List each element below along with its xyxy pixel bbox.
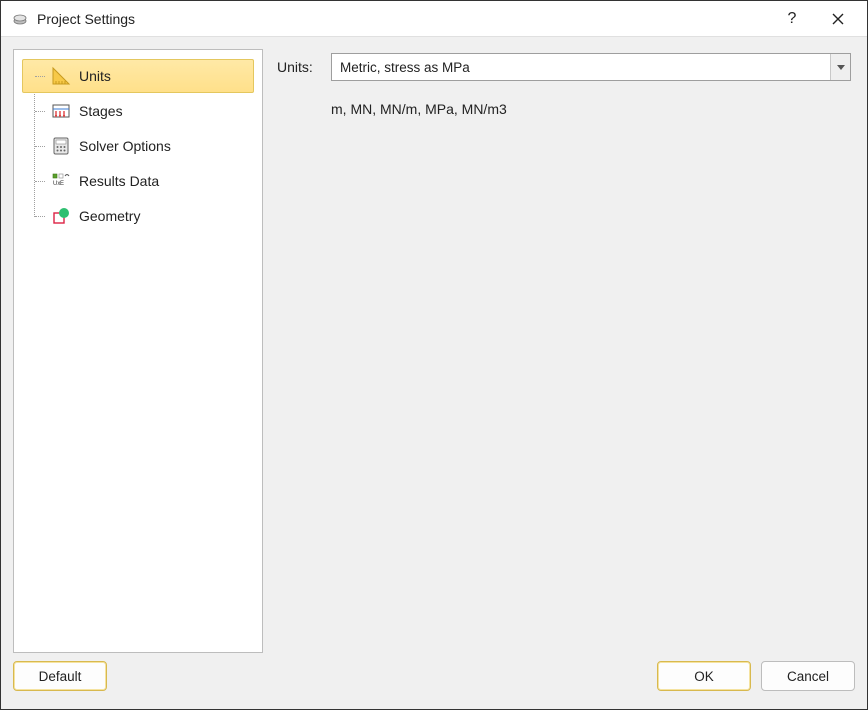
chevron-down-icon[interactable] <box>830 54 850 80</box>
sidebar-item-label: Units <box>79 68 111 84</box>
ok-button[interactable]: OK <box>657 661 751 691</box>
sidebar-tree: Units <box>13 49 263 653</box>
units-description: m, MN, MN/m, MPa, MN/m3 <box>331 101 851 117</box>
geometry-icon <box>51 206 71 226</box>
svg-text:E: E <box>60 181 64 187</box>
units-label: Units: <box>277 59 323 75</box>
titlebar: Project Settings ? <box>1 1 867 37</box>
sidebar-item-label: Stages <box>79 103 123 119</box>
sidebar-item-label: Solver Options <box>79 138 171 154</box>
app-icon <box>11 10 29 28</box>
ruler-icon <box>51 66 71 86</box>
stages-icon <box>51 101 71 121</box>
ok-button-label: OK <box>694 669 714 684</box>
project-settings-dialog: Project Settings ? <box>0 0 868 710</box>
sidebar-item-label: Geometry <box>79 208 140 224</box>
sidebar-item-units[interactable]: Units <box>22 59 254 93</box>
units-dropdown-value: Metric, stress as MPa <box>331 53 851 81</box>
help-button[interactable]: ? <box>769 4 815 34</box>
dialog-content: Units <box>1 37 867 653</box>
units-dropdown[interactable]: Metric, stress as MPa <box>331 53 851 81</box>
sidebar-item-stages[interactable]: Stages <box>22 94 254 128</box>
results-icon: Ux E <box>51 171 71 191</box>
sidebar-item-results-data[interactable]: Ux E Results Data <box>22 164 254 198</box>
dialog-footer: Default OK Cancel <box>1 653 867 709</box>
default-button[interactable]: Default <box>13 661 107 691</box>
units-row: Units: Metric, stress as MPa <box>277 53 851 81</box>
calculator-icon <box>51 136 71 156</box>
close-button[interactable] <box>815 4 861 34</box>
default-button-label: Default <box>39 669 82 684</box>
sidebar-item-solver-options[interactable]: Solver Options <box>22 129 254 163</box>
cancel-button[interactable]: Cancel <box>761 661 855 691</box>
cancel-button-label: Cancel <box>787 669 829 684</box>
dialog-title: Project Settings <box>37 11 769 27</box>
main-panel: Units: Metric, stress as MPa m, MN, MN/m… <box>273 49 855 653</box>
sidebar-item-geometry[interactable]: Geometry <box>22 199 254 233</box>
sidebar-item-label: Results Data <box>79 173 159 189</box>
